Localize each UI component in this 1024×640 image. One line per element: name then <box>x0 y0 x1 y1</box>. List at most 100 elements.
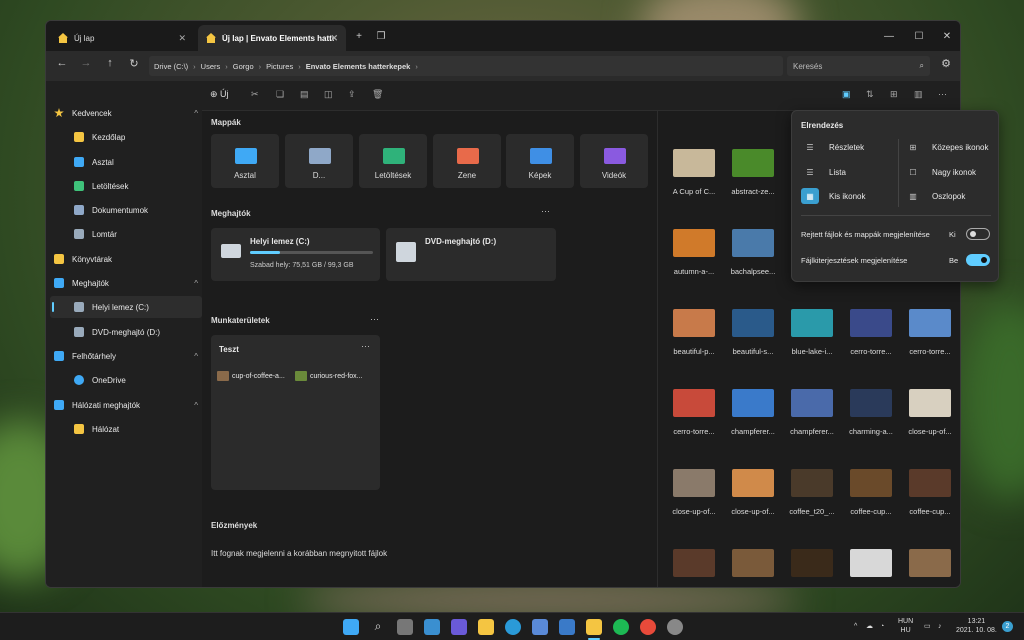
folder-tile-pictures[interactable]: Képek <box>506 134 574 188</box>
language-indicator[interactable]: HUN HU <box>898 617 913 635</box>
folder-tile-videos[interactable]: Videók <box>580 134 648 188</box>
edge-icon[interactable] <box>505 619 521 635</box>
tab-envato[interactable]: Új lap | Envato Elements hatte ✕ <box>198 25 346 51</box>
layout-icon[interactable]: ▣ <box>842 89 851 100</box>
layout-option-details[interactable]: ☰ Részletek <box>801 137 864 157</box>
delete-icon[interactable]: 🗑 <box>372 89 383 100</box>
image-thumbnail[interactable] <box>673 389 715 417</box>
image-thumbnail[interactable] <box>673 229 715 257</box>
drive-c-card[interactable]: Helyi lemez (C:) Szabad hely: 75,51 GB /… <box>211 228 380 281</box>
network-icon[interactable]: ▭ <box>924 622 931 631</box>
workspace-card[interactable]: Teszt ⋯ cup-of-coffee-a... curious-red-f… <box>211 335 380 490</box>
breadcrumb-item[interactable]: Gorgo <box>233 62 254 71</box>
close-tab-icon[interactable]: ✕ <box>330 33 338 44</box>
sidebar-item-libraries[interactable]: Könyvtárak <box>54 248 206 270</box>
image-thumbnail[interactable] <box>732 309 774 337</box>
chevron-up-icon[interactable]: ^ <box>194 279 198 288</box>
search-icon[interactable]: ⌕ <box>370 619 386 635</box>
image-thumbnail[interactable] <box>673 309 715 337</box>
settings-gear-icon[interactable]: ⚙ <box>936 57 956 75</box>
layout-option-columns[interactable]: ▥ Oszlopok <box>904 186 965 206</box>
minimize-button[interactable]: — <box>874 21 904 51</box>
image-thumbnail[interactable] <box>850 309 892 337</box>
sidebar-item-favorites[interactable]: Kedvencek ^ <box>54 102 206 124</box>
image-thumbnail[interactable] <box>909 389 951 417</box>
extensions-toggle[interactable] <box>966 254 990 266</box>
tray-wifi-icon[interactable]: ◔ <box>880 622 884 631</box>
drive-d-card[interactable]: DVD-meghajtó (D:) <box>386 228 556 281</box>
image-thumbnail[interactable] <box>732 469 774 497</box>
workspace-file[interactable]: cup-of-coffee-a... <box>217 371 285 381</box>
hidden-files-toggle[interactable] <box>966 228 990 240</box>
share-icon[interactable]: ⇪ <box>348 89 356 100</box>
image-thumbnail[interactable] <box>791 309 833 337</box>
back-button[interactable]: ← <box>52 57 72 75</box>
workspace-file[interactable]: curious-red-fox... <box>295 371 363 381</box>
breadcrumb[interactable]: Drive (C:\) › Users › Gorgo › Pictures › Env… <box>149 56 783 76</box>
image-thumbnail[interactable] <box>909 469 951 497</box>
start-icon[interactable] <box>343 619 359 635</box>
image-thumbnail[interactable] <box>791 389 833 417</box>
image-thumbnail[interactable] <box>850 549 892 577</box>
folder-tile-desktop[interactable]: Asztal <box>211 134 279 188</box>
new-button[interactable]: ⊕ Új <box>210 89 229 100</box>
workspaces-more-icon[interactable]: ⋯ <box>370 314 379 325</box>
image-thumbnail[interactable] <box>850 469 892 497</box>
sort-icon[interactable]: ⇅ <box>866 89 874 100</box>
image-thumbnail[interactable] <box>909 549 951 577</box>
image-thumbnail[interactable] <box>791 549 833 577</box>
paste-icon[interactable]: ▤ <box>300 89 309 100</box>
sidebar-item-drives[interactable]: Meghajtók ^ <box>54 272 206 294</box>
image-thumbnail[interactable] <box>732 149 774 177</box>
cut-icon[interactable]: ✂ <box>251 89 259 100</box>
folder-tile-downloads[interactable]: Letöltések <box>359 134 427 188</box>
tray-chevron-icon[interactable]: ^ <box>854 622 857 631</box>
chrome-icon[interactable] <box>640 619 656 635</box>
store-icon[interactable] <box>532 619 548 635</box>
maximize-button[interactable]: ☐ <box>904 21 934 51</box>
sidebar-item-local-disk[interactable]: Helyi lemez (C:) <box>50 296 202 318</box>
more-options-icon[interactable]: ⋯ <box>938 89 947 100</box>
volume-icon[interactable]: ♪ <box>938 622 942 631</box>
breadcrumb-item[interactable]: Envato Elements hatterkepek <box>306 62 411 71</box>
layout-option-small[interactable]: ▦ Kis ikonok <box>801 186 865 206</box>
rename-icon[interactable]: ◫ <box>324 89 333 100</box>
settings-icon[interactable] <box>667 619 683 635</box>
tab-menu-icon[interactable]: ❐ <box>366 21 396 51</box>
image-thumbnail[interactable] <box>673 149 715 177</box>
widgets-icon[interactable] <box>424 619 440 635</box>
close-tab-icon[interactable]: ✕ <box>178 33 186 44</box>
sidebar-item-cloud[interactable]: Felhőtárhely ^ <box>54 345 206 367</box>
files-app-icon[interactable] <box>586 619 602 635</box>
workspace-more-icon[interactable]: ⋯ <box>361 341 370 352</box>
group-icon[interactable]: ⊞ <box>890 89 898 100</box>
sidebar-item-network-drives[interactable]: Hálózati meghajtók ^ <box>54 394 206 416</box>
image-thumbnail[interactable] <box>673 549 715 577</box>
app-icon[interactable] <box>559 619 575 635</box>
chevron-up-icon[interactable]: ^ <box>194 352 198 361</box>
chat-icon[interactable] <box>451 619 467 635</box>
spotify-icon[interactable] <box>613 619 629 635</box>
forward-button[interactable]: → <box>76 57 96 75</box>
breadcrumb-item[interactable]: Drive (C:\) <box>154 62 188 71</box>
folder-tile-documents[interactable]: D... <box>285 134 353 188</box>
layout-option-large[interactable]: ☐ Nagy ikonok <box>904 162 976 182</box>
tray-cloud-icon[interactable]: ☁ <box>866 622 873 631</box>
copy-icon[interactable]: ❏ <box>276 89 284 100</box>
image-thumbnail[interactable] <box>909 309 951 337</box>
file-explorer-icon[interactable] <box>478 619 494 635</box>
preview-pane-icon[interactable]: ▥ <box>914 89 923 100</box>
chevron-up-icon[interactable]: ^ <box>194 401 198 410</box>
search-input[interactable]: Keresés ⌕ <box>787 56 930 76</box>
chevron-up-icon[interactable]: ^ <box>194 109 198 118</box>
image-thumbnail[interactable] <box>732 229 774 257</box>
layout-option-list[interactable]: ☰ Lista <box>801 162 846 182</box>
image-thumbnail[interactable] <box>850 389 892 417</box>
up-button[interactable]: ↑ <box>100 57 120 75</box>
image-thumbnail[interactable] <box>732 389 774 417</box>
notification-badge[interactable]: 2 <box>1002 621 1013 632</box>
refresh-button[interactable]: ↻ <box>124 57 144 75</box>
clock[interactable]: 13:21 2021. 10. 08. <box>956 617 997 635</box>
layout-option-medium[interactable]: ⊞ Közepes ikonok <box>904 137 989 157</box>
folder-tile-music[interactable]: Zene <box>433 134 501 188</box>
